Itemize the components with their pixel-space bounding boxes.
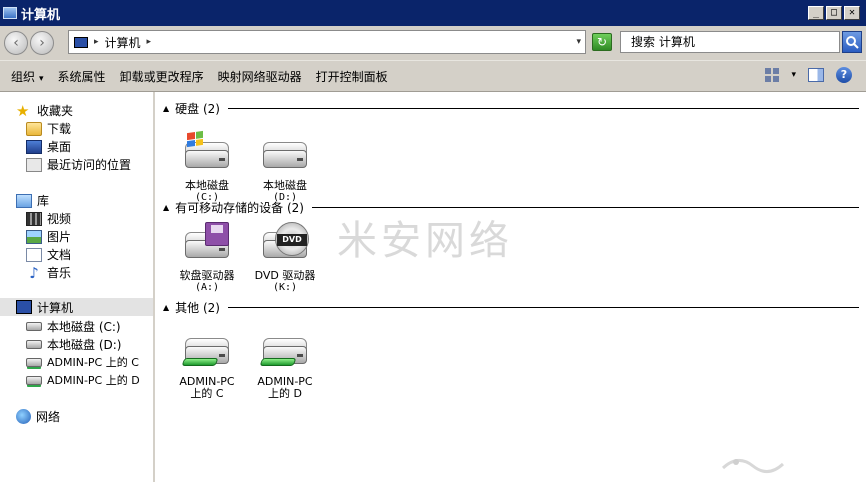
search-button[interactable] [842,31,862,53]
collapse-triangle-icon: ▲ [163,203,170,212]
organize-menu[interactable]: 组织 ▾ [11,68,44,85]
drive-label: DVD 驱动器 [254,269,316,282]
computer-icon [74,36,88,48]
nav-documents[interactable]: 文档 [26,246,71,263]
nav-recent-places[interactable]: 最近访问的位置 [26,156,131,173]
window-title: 计算机 [21,7,61,23]
library-icon [16,193,32,208]
group-divider [227,307,859,308]
nav-downloads[interactable]: 下载 [26,120,71,137]
nav-network-drive-d[interactable]: ADMIN-PC 上的 D [26,372,140,388]
address-bar[interactable]: ▸ 计算机 ▸ ▾ [68,30,586,54]
drive-icon [26,340,42,349]
chevron-down-icon[interactable]: ▾ [791,70,796,80]
search-icon [846,36,859,49]
content-area: 米安网络 ▲ 硬盘 (2) 本地磁盘 (C:) 本地磁盘 (D:) ▲ 有可移动… [157,92,866,482]
refresh-button[interactable]: ↻ [592,33,612,51]
breadcrumb-computer[interactable]: 计算机 [105,34,141,51]
dvd-drive-icon: DVD [257,222,313,266]
maximize-button[interactable]: □ [826,6,842,20]
dvd-drive-tile[interactable]: DVD DVD 驱动器 (K:) [245,222,325,294]
uninstall-program-button[interactable]: 卸载或更改程序 [120,68,204,85]
group-header-hard-disks[interactable]: ▲ 硬盘 (2) [163,100,859,117]
back-button[interactable]: ‹ [4,31,28,55]
collapse-triangle-icon: ▲ [163,104,170,113]
drive-sublabel: 上的 D [268,387,302,400]
group-header-other[interactable]: ▲ 其他 (2) [163,299,859,316]
close-button[interactable]: ✕ [844,6,860,20]
title-bar: 计算机 _ □ ✕ [0,0,866,26]
network-icon [16,409,31,424]
drive-label: 本地磁盘 [185,179,229,192]
network-drive-icon [179,328,235,372]
command-bar: 组织 ▾ 系统属性 卸载或更改程序 映射网络驱动器 打开控制面板 ▾ ? [0,60,866,92]
address-history-dropdown[interactable]: ▾ [576,37,581,47]
desktop-icon [26,139,42,154]
minimize-button[interactable]: _ [808,6,824,20]
recent-places-icon [26,157,42,172]
help-icon[interactable]: ? [836,67,852,83]
star-icon: ★ [16,101,30,120]
nav-computer[interactable]: 计算机 [0,298,153,316]
network-drive-icon [257,328,313,372]
drive-label: 本地磁盘 [263,179,307,192]
preview-pane-icon[interactable] [808,68,824,82]
nav-local-disk-d[interactable]: 本地磁盘 (D:) [26,336,121,353]
music-icon: ♪ [29,263,39,282]
breadcrumb-separator[interactable]: ▸ [94,37,99,47]
drive-tile-c[interactable]: 本地磁盘 (C:) [167,130,247,204]
forward-button[interactable]: › [30,31,54,55]
view-controls: ▾ ? [765,67,852,83]
chevron-down-icon: ▾ [39,73,44,84]
nav-local-disk-c[interactable]: 本地磁盘 (C:) [26,318,121,335]
breadcrumb-separator[interactable]: ▸ [147,37,152,47]
drive-icon [257,132,313,176]
nav-network-drive-c[interactable]: ADMIN-PC 上的 C [26,354,139,370]
collapse-triangle-icon: ▲ [163,303,170,312]
watermark: 米安网络 [337,218,513,264]
nav-pictures[interactable]: 图片 [26,228,71,245]
floppy-drive-icon [179,222,235,266]
computer-icon [16,300,32,314]
floppy-drive-tile[interactable]: 软盘驱动器 (A:) [167,222,247,294]
computer-icon [3,7,17,19]
nav-network[interactable]: 网络 [16,408,60,425]
system-drive-icon [26,322,42,331]
video-icon [26,211,42,226]
network-drive-tile-d[interactable]: ADMIN-PC 上的 D [245,328,325,400]
drive-sublabel: 上的 C [190,387,224,400]
drive-letter: (K:) [272,282,298,293]
open-control-panel-button[interactable]: 打开控制面板 [316,68,388,85]
nav-desktop[interactable]: 桌面 [26,138,71,155]
group-divider [311,207,859,208]
drive-tile-d[interactable]: 本地磁盘 (D:) [245,132,325,204]
downloads-folder-icon [26,121,42,136]
network-drive-tile-c[interactable]: ADMIN-PC 上的 C [167,328,247,400]
drive-label: 软盘驱动器 [179,269,235,282]
document-icon [26,247,42,262]
group-divider [227,108,859,109]
nav-libraries[interactable]: 库 [16,192,49,209]
nav-videos[interactable]: 视频 [26,210,71,227]
address-row: ‹ › ▸ 计算机 ▸ ▾ ↻ 搜索 计算机 [0,26,866,60]
search-input[interactable]: 搜索 计算机 [620,31,840,53]
picture-icon [26,229,42,244]
system-properties-button[interactable]: 系统属性 [58,68,106,85]
drive-letter: (A:) [194,282,220,293]
nav-favorites[interactable]: ★ 收藏夹 [16,102,73,119]
change-view-icon[interactable] [765,68,780,82]
network-drive-icon [26,375,42,385]
nav-music[interactable]: ♪ 音乐 [26,264,71,281]
network-drive-icon [26,357,42,367]
map-network-drive-button[interactable]: 映射网络驱动器 [218,68,302,85]
group-header-removable[interactable]: ▲ 有可移动存储的设备 (2) [163,199,859,216]
system-drive-icon [179,130,235,176]
window-controls: _ □ ✕ [808,6,860,20]
navigation-pane: ★ 收藏夹 下载 桌面 最近访问的位置 库 视频 图片 文档 ♪ 音乐 计算机 … [0,92,155,482]
corner-logo [721,459,785,473]
